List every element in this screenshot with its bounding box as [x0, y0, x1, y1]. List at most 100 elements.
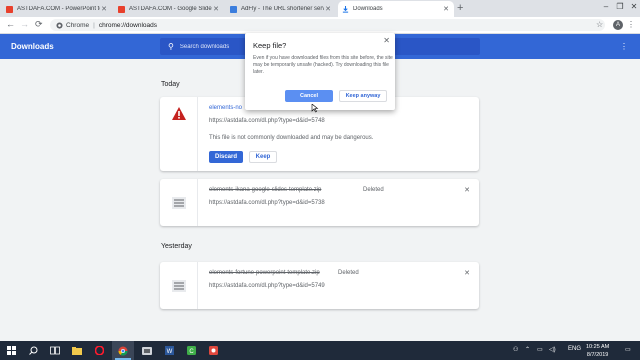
- bookmark-star-icon[interactable]: ☆: [596, 20, 603, 29]
- windows-logo-icon: [6, 346, 16, 355]
- new-tab-button[interactable]: +: [457, 2, 463, 14]
- more-actions-icon[interactable]: ⋮: [620, 42, 628, 51]
- dialog-title: Keep file?: [253, 41, 287, 50]
- task-view-icon: [50, 346, 60, 355]
- icon-column: [160, 179, 198, 226]
- close-icon[interactable]: ✕: [442, 5, 450, 13]
- tab-title: ASTDAFA.COM - PowerPoint tem: [17, 6, 100, 12]
- keep-anyway-button[interactable]: Keep anyway: [339, 90, 387, 102]
- forward-icon[interactable]: →: [20, 19, 29, 29]
- page-title: Downloads: [11, 42, 54, 51]
- people-icon[interactable]: ⚇: [513, 346, 518, 353]
- status-deleted: Deleted: [338, 270, 359, 276]
- task-view-button[interactable]: [44, 341, 66, 360]
- file-name-deleted: elements-fortune-powerpoint-template.zip: [209, 270, 320, 276]
- browser-toolbar: ← → ⟳ Chrome | chrome://downloads ☆ A ⋮: [0, 17, 640, 34]
- file-name-deleted: elements-ikana-google-slides-template.zi…: [209, 187, 321, 193]
- recorder-icon: [208, 346, 218, 355]
- url-text: chrome://downloads: [98, 21, 157, 29]
- zip-file-icon: [172, 280, 186, 292]
- app-taskbar-button[interactable]: [136, 341, 158, 360]
- site-label: Chrome: [66, 21, 90, 29]
- close-icon[interactable]: ✕: [100, 5, 108, 13]
- close-icon[interactable]: ✕: [324, 5, 332, 13]
- close-icon[interactable]: ✕: [212, 5, 220, 13]
- windows-taskbar: W C ⚇ ⌃ ▭ ◁) ENG 10:25 AM 8/7/2019 ▭: [0, 341, 640, 360]
- minimize-icon[interactable]: –: [600, 2, 612, 11]
- clock[interactable]: 10:25 AM 8/7/2019: [586, 343, 609, 359]
- tab-strip: ASTDAFA.COM - PowerPoint tem ✕ ASTDAFA.C…: [0, 0, 640, 17]
- search-icon: ⚲: [168, 42, 174, 51]
- folder-icon: [72, 346, 82, 355]
- icon-column: [160, 97, 198, 171]
- svg-text:W: W: [166, 349, 172, 355]
- network-icon[interactable]: ▭: [537, 346, 543, 353]
- file-explorer-button[interactable]: [66, 341, 88, 360]
- start-button[interactable]: [0, 341, 22, 360]
- file-url[interactable]: https://astdafa.com/dl.php?type=d&id=574…: [209, 118, 325, 124]
- download-card-deleted: elements-fortune-powerpoint-template.zip…: [160, 262, 479, 309]
- icon-column: [160, 262, 198, 309]
- astdafa-favicon-icon: [6, 5, 13, 13]
- warning-icon: [172, 107, 186, 120]
- status-deleted: Deleted: [363, 187, 384, 193]
- maximize-icon[interactable]: ❐: [614, 2, 626, 11]
- file-name-text: elements-ikana-google-slides-template.zi…: [209, 187, 322, 193]
- search-taskbar-button[interactable]: [22, 341, 44, 360]
- separator: |: [93, 21, 95, 29]
- tab-astdafa-powerpoint[interactable]: ASTDAFA.COM - PowerPoint tem ✕: [2, 1, 112, 17]
- download-card-deleted: elements-ikana-google-slides-template.zi…: [160, 179, 479, 226]
- camtasia-icon: C: [186, 346, 196, 355]
- adfly-favicon-icon: [230, 5, 237, 13]
- notifications-icon[interactable]: ▭: [625, 346, 631, 353]
- remove-from-list-icon[interactable]: ✕: [464, 269, 470, 277]
- tab-title: Downloads: [353, 6, 383, 12]
- opera-icon: [94, 346, 104, 355]
- more-menu-icon[interactable]: ⋮: [627, 20, 635, 29]
- astdafa-favicon-icon: [118, 5, 125, 13]
- search-icon: [28, 346, 37, 355]
- discard-button[interactable]: Discard: [209, 151, 243, 163]
- profile-avatar[interactable]: A: [613, 20, 623, 30]
- opera-button[interactable]: [88, 341, 110, 360]
- file-name-link[interactable]: elements-no: [209, 105, 242, 111]
- tab-title: AdFly - The URL shortener servi: [241, 6, 324, 12]
- cancel-button[interactable]: Cancel: [285, 90, 333, 102]
- svg-text:C: C: [189, 349, 194, 355]
- file-url[interactable]: https://astdafa.com/dl.php?type=d&id=573…: [209, 200, 325, 206]
- file-url[interactable]: https://astdafa.com/dl.php?type=d&id=574…: [209, 283, 325, 289]
- word-icon: W: [164, 346, 174, 355]
- remove-from-list-icon[interactable]: ✕: [464, 186, 470, 194]
- download-icon: [342, 5, 349, 13]
- mouse-cursor-icon: [311, 104, 319, 113]
- address-bar[interactable]: Chrome | chrome://downloads: [50, 19, 605, 31]
- chrome-icon: [56, 21, 63, 29]
- language-indicator[interactable]: ENG: [568, 346, 581, 352]
- tab-astdafa-google-slide[interactable]: ASTDAFA.COM - Google Slide Te ✕: [114, 1, 224, 17]
- back-icon[interactable]: ←: [6, 19, 15, 29]
- app-icon: [142, 346, 152, 355]
- close-window-icon[interactable]: ✕: [628, 2, 640, 11]
- tray-chevron-icon[interactable]: ⌃: [525, 346, 530, 353]
- camtasia-taskbar-button[interactable]: C: [180, 341, 202, 360]
- chrome-icon: [118, 346, 128, 356]
- keep-button[interactable]: Keep: [249, 151, 277, 163]
- dialog-body: Even if you have downloaded files from t…: [253, 55, 393, 75]
- tab-adfly[interactable]: AdFly - The URL shortener servi ✕: [226, 1, 336, 17]
- recorder-taskbar-button[interactable]: [202, 341, 224, 360]
- tab-downloads[interactable]: Downloads ✕: [338, 1, 454, 17]
- clock-time: 10:25 AM: [586, 344, 610, 350]
- volume-icon[interactable]: ◁): [549, 346, 556, 353]
- danger-warning-text: This file is not commonly downloaded and…: [209, 135, 374, 141]
- zip-file-icon: [172, 197, 186, 209]
- tab-title: ASTDAFA.COM - Google Slide Te: [129, 6, 212, 12]
- chrome-taskbar-button[interactable]: [112, 341, 134, 360]
- section-heading-today: Today: [161, 81, 180, 88]
- close-icon[interactable]: ✕: [383, 36, 390, 45]
- section-heading-yesterday: Yesterday: [161, 243, 192, 250]
- file-name-text: elements-fortune-powerpoint-template.zip: [209, 270, 320, 276]
- reload-icon[interactable]: ⟳: [35, 19, 43, 30]
- clock-date: 8/7/2019: [586, 352, 609, 358]
- word-taskbar-button[interactable]: W: [158, 341, 180, 360]
- keep-file-dialog: Keep file? ✕ Even if you have downloaded…: [245, 33, 395, 110]
